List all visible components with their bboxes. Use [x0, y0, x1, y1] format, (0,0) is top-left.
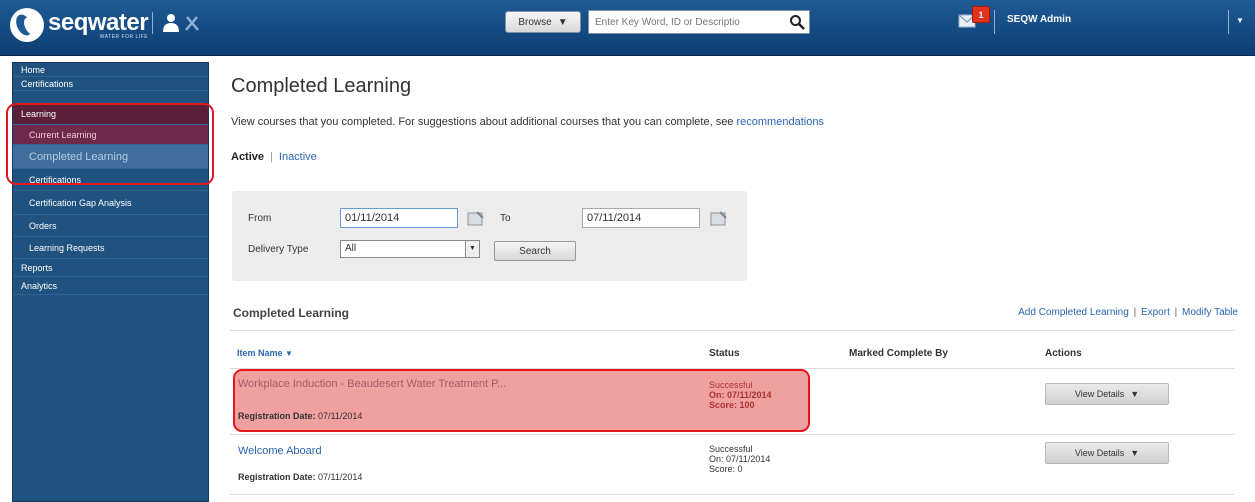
divider [230, 494, 1235, 495]
sidebar-item-reports[interactable]: Reports [13, 259, 208, 277]
main-content: Completed Learning View courses that you… [230, 62, 1255, 502]
table-row-status: Successful On: 07/11/2014 Score: 100 [709, 380, 772, 410]
notification-badge[interactable]: 1 [972, 6, 990, 23]
sidebar: Home Certifications Learning Current Lea… [12, 62, 209, 502]
search-button[interactable]: Search [494, 241, 576, 261]
column-header-marked-complete-by: Marked Complete By [849, 348, 948, 359]
calendar-icon[interactable] [467, 210, 485, 226]
sidebar-item-certifications[interactable]: Certifications [13, 77, 208, 91]
tools-icon[interactable] [183, 13, 201, 33]
chevron-down-icon[interactable]: ▼ [1236, 16, 1244, 25]
intro-text: View courses that you completed. For sug… [231, 116, 824, 128]
sidebar-item-analytics[interactable]: Analytics [13, 277, 208, 295]
table-row-item-name[interactable]: Welcome Aboard [238, 445, 322, 457]
view-details-button[interactable]: View Details ▼ [1045, 383, 1169, 405]
divider [152, 12, 153, 34]
chevron-down-icon: ▼ [557, 16, 568, 28]
table-row-registration-date: Registration Date: 07/11/2014 [238, 411, 363, 421]
person-icon[interactable] [162, 13, 180, 33]
page-title: Completed Learning [231, 75, 412, 97]
search-icon[interactable] [789, 14, 805, 30]
sidebar-item-orders[interactable]: Orders [13, 215, 208, 237]
tab-inactive[interactable]: Inactive [279, 151, 317, 163]
from-label: From [248, 213, 272, 224]
sidebar-item-learning-requests[interactable]: Learning Requests [13, 237, 208, 259]
logo[interactable]: seqwater WATER FOR LIFE [10, 8, 149, 42]
delivery-type-label: Delivery Type [248, 244, 309, 255]
top-bar: seqwater WATER FOR LIFE Browse ▼ 1 SEQW … [0, 0, 1255, 56]
section-title: Completed Learning [233, 306, 350, 320]
export-link[interactable]: Export [1141, 307, 1170, 318]
search-input[interactable] [589, 11, 779, 33]
divider [230, 434, 1235, 435]
column-header-item-name[interactable]: Item Name ▼ [237, 348, 293, 358]
sidebar-item-completed-learning[interactable]: Completed Learning [13, 145, 208, 169]
to-label: To [500, 213, 511, 224]
logo-icon [10, 8, 44, 42]
divider [994, 10, 995, 34]
filter-panel: From To Delivery Type All ▼ Search [232, 191, 747, 281]
user-menu[interactable]: SEQW Admin [1007, 14, 1071, 25]
logo-tagline: WATER FOR LIFE [99, 34, 149, 40]
delivery-type-select[interactable]: All ▼ [340, 240, 480, 258]
from-date-input[interactable] [340, 208, 458, 228]
modify-table-link[interactable]: Modify Table [1182, 307, 1238, 318]
chevron-down-icon: ▼ [285, 349, 293, 358]
sidebar-item-home[interactable]: Home [13, 63, 208, 77]
status-tabs: Active | Inactive [231, 151, 317, 163]
sidebar-item-learning[interactable]: Learning [13, 103, 208, 125]
chevron-down-icon: ▼ [1130, 448, 1140, 458]
sidebar-item-certification-gap-analysis[interactable]: Certification Gap Analysis [13, 191, 208, 215]
tab-active[interactable]: Active [231, 151, 264, 163]
chevron-down-icon: ▼ [465, 241, 479, 257]
browse-button[interactable]: Browse ▼ [505, 11, 581, 33]
recommendations-link[interactable]: recommendations [737, 116, 824, 128]
add-completed-learning-link[interactable]: Add Completed Learning [1018, 307, 1129, 318]
chevron-down-icon: ▼ [1130, 389, 1140, 399]
sidebar-item-current-learning[interactable]: Current Learning [13, 125, 208, 145]
table-row-item-name[interactable]: Workplace Induction - Beaudesert Water T… [238, 378, 506, 390]
section-actions: Add Completed Learning | Export | Modify… [1018, 307, 1238, 318]
calendar-icon[interactable] [710, 210, 728, 226]
logo-text: seqwater [48, 9, 149, 36]
table-row-registration-date: Registration Date: 07/11/2014 [238, 472, 363, 482]
divider [1228, 10, 1229, 34]
column-header-actions: Actions [1045, 348, 1082, 359]
column-header-status: Status [709, 348, 740, 359]
search-box [588, 10, 810, 34]
to-date-input[interactable] [582, 208, 700, 228]
divider [230, 330, 1235, 331]
sidebar-item-certifications-sub[interactable]: Certifications [13, 169, 208, 191]
table-row-status: Successful On: 07/11/2014 Score: 0 [709, 444, 771, 474]
view-details-button[interactable]: View Details ▼ [1045, 442, 1169, 464]
